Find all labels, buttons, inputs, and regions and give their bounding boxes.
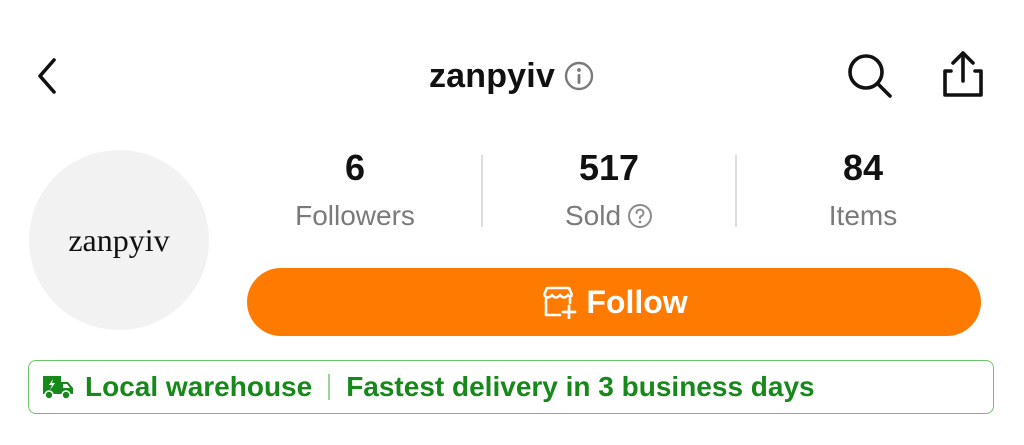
sold-count: 517 — [578, 147, 640, 188]
avatar[interactable]: zanpyiv — [29, 150, 209, 330]
page-title: zanpyiv — [428, 56, 556, 95]
sold-label: Sold — [564, 200, 622, 231]
stat-followers[interactable]: 6 Followers — [240, 146, 470, 232]
share-icon — [943, 51, 983, 97]
store-plus-icon — [543, 286, 577, 319]
items-label: Items — [828, 200, 898, 231]
stat-sold[interactable]: 517 Sold — [494, 146, 724, 232]
delivery-truck-icon — [43, 376, 73, 400]
items-count: 84 — [842, 147, 884, 188]
stat-divider — [735, 155, 737, 227]
share-button[interactable] — [936, 48, 990, 102]
follow-button[interactable]: Follow — [247, 268, 981, 336]
avatar-text: zanpyiv — [68, 221, 170, 258]
search-button[interactable] — [844, 50, 896, 102]
stat-items[interactable]: 84 Items — [748, 146, 978, 232]
banner-delivery-text: Fastest delivery in 3 business days — [346, 371, 815, 402]
info-icon[interactable] — [563, 60, 595, 92]
delivery-banner[interactable]: Local warehouse Fastest delivery in 3 bu… — [28, 360, 994, 414]
followers-count: 6 — [344, 147, 366, 188]
help-icon[interactable] — [627, 203, 653, 229]
banner-warehouse-text: Local warehouse — [85, 371, 313, 402]
stat-divider — [481, 155, 483, 227]
search-icon — [848, 54, 892, 98]
banner-divider — [328, 374, 331, 400]
followers-label: Followers — [295, 200, 415, 231]
follow-label: Follow — [586, 283, 688, 320]
